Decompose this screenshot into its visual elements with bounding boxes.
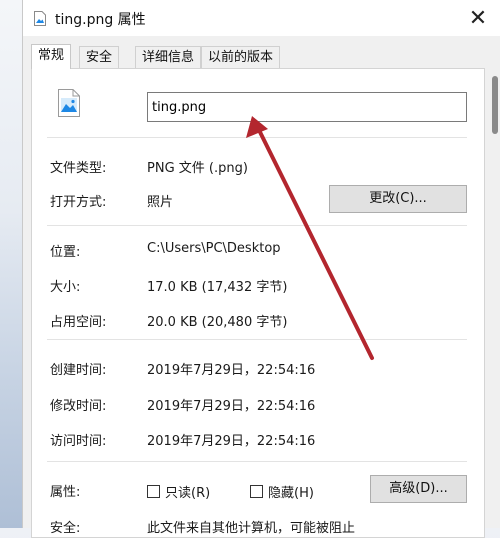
modified-value: 2019年7月29日，22:54:16 — [147, 399, 316, 414]
open-with-value: 照片 — [147, 195, 174, 210]
general-panel: 文件类型: PNG 文件 (.png) 打开方式: 照片 更改(C)... 位置… — [31, 68, 485, 538]
image-file-icon — [34, 11, 46, 26]
size-on-disk-value: 20.0 KB (20,480 字节) — [147, 315, 288, 330]
checkbox-box[interactable] — [250, 485, 263, 498]
file-type-label: 文件类型: — [50, 161, 107, 176]
scrollbar[interactable] — [489, 36, 500, 528]
size-on-disk-label: 占用空间: — [50, 315, 107, 330]
created-label: 创建时间: — [50, 363, 107, 378]
tab-security[interactable]: 安全 — [79, 46, 120, 68]
divider — [47, 225, 467, 226]
divider — [47, 137, 467, 138]
hidden-checkbox[interactable]: 隐藏(H) — [250, 482, 314, 501]
advanced-button[interactable]: 高级(D)... — [370, 475, 467, 503]
accessed-value: 2019年7月29日，22:54:16 — [147, 434, 316, 449]
title-bar[interactable]: ting.png 属性 ✕ — [23, 0, 500, 36]
close-icon: ✕ — [468, 5, 488, 31]
modified-label: 修改时间: — [50, 399, 107, 414]
location-value: C:\Users\PC\Desktop — [147, 241, 281, 256]
security-label: 安全: — [50, 521, 81, 536]
accessed-label: 访问时间: — [50, 434, 107, 449]
location-label: 位置: — [50, 245, 81, 260]
size-value: 17.0 KB (17,432 字节) — [147, 280, 288, 295]
tab-details[interactable]: 详细信息 — [135, 46, 202, 68]
open-with-label: 打开方式: — [50, 195, 107, 210]
file-type-value: PNG 文件 (.png) — [147, 161, 248, 176]
tab-general[interactable]: 常规 — [31, 44, 72, 69]
file-name-input[interactable] — [147, 92, 467, 122]
image-file-icon — [58, 89, 80, 117]
hidden-label: 隐藏(H) — [268, 486, 314, 501]
tab-previous-versions[interactable]: 以前的版本 — [201, 46, 281, 68]
properties-dialog: ting.png 属性 ✕ 常规 安全 详细信息 以前的版本 文件类型: PNG… — [22, 0, 500, 538]
close-button[interactable]: ✕ — [455, 0, 500, 36]
checkbox-box[interactable] — [147, 485, 160, 498]
readonly-label: 只读(R) — [165, 486, 211, 501]
change-button[interactable]: 更改(C)... — [329, 185, 467, 213]
window-title: ting.png 属性 — [55, 12, 146, 28]
created-value: 2019年7月29日，22:54:16 — [147, 363, 316, 378]
scrollbar-thumb[interactable] — [492, 76, 498, 134]
desktop-background — [0, 0, 22, 528]
attributes-label: 属性: — [50, 485, 81, 500]
security-value: 此文件来自其他计算机，可能被阻止 — [147, 521, 356, 536]
divider — [47, 339, 467, 340]
size-label: 大小: — [50, 280, 81, 295]
readonly-checkbox[interactable]: 只读(R) — [147, 482, 210, 501]
divider — [47, 461, 467, 462]
